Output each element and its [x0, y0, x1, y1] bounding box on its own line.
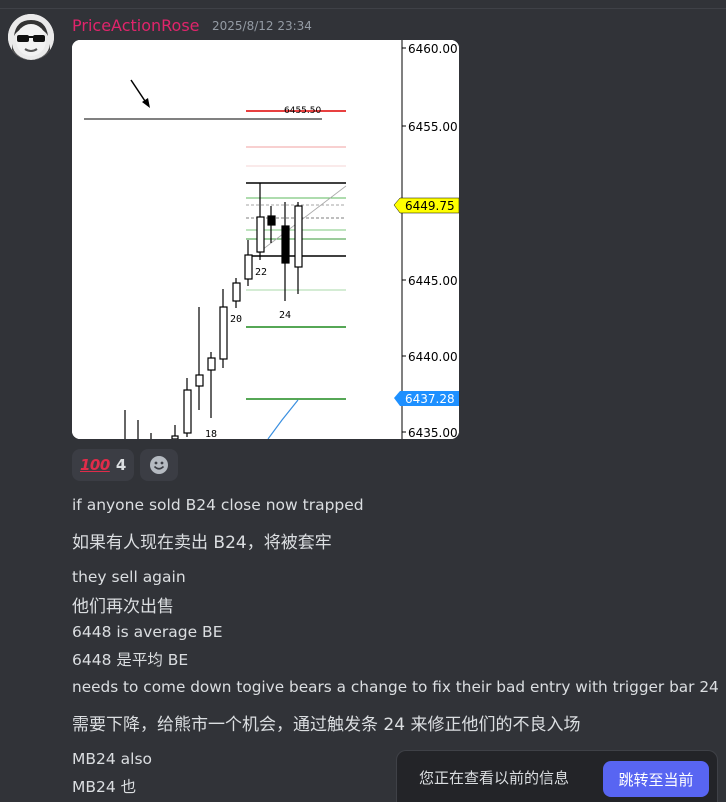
bar-label: 18	[205, 429, 217, 439]
message-text: 需要下降，给熊市一个机会，通过触发条 24 来修正他们的不良入场	[72, 715, 581, 735]
message-text: needs to come down togive bears a change…	[72, 678, 719, 696]
message-text: 6448 is average BE	[72, 623, 223, 641]
viewing-older-messages-text: 您正在查看以前的信息	[419, 769, 570, 787]
message-text: 如果有人现在卖出 B24，将被套牢	[72, 533, 332, 553]
reaction-count: 4	[115, 456, 127, 474]
price-tick: 6445.00	[408, 274, 458, 288]
price-tick: 6455.00	[408, 120, 458, 134]
level-label: 6455.50	[284, 106, 321, 116]
reactions-bar: 100 4	[72, 449, 179, 481]
price-tick: 6435.00	[408, 426, 458, 439]
smiley-icon	[150, 456, 169, 474]
bar-label: 22	[255, 267, 267, 278]
chart-image[interactable]: 6460.00 6455.00 6445.00 6440.00 6435.00 …	[72, 40, 459, 439]
message-text: they sell again	[72, 568, 186, 586]
price-tag-ma: 6437.28	[405, 392, 455, 406]
avatar[interactable]	[8, 14, 54, 60]
timestamp: 2025/8/12 23:34	[212, 19, 312, 33]
jump-to-present-button[interactable]: 跳转至当前	[603, 761, 709, 797]
add-reaction-button[interactable]	[140, 449, 179, 481]
top-divider	[0, 8, 726, 9]
username[interactable]: PriceActionRose	[72, 16, 200, 35]
message-text: 他们再次出售	[72, 597, 174, 617]
message-text: MB24 也	[72, 778, 137, 796]
bar-label: 20	[230, 314, 242, 325]
price-tag-current: 6449.75	[405, 199, 455, 213]
price-tick: 6460.00	[408, 42, 458, 56]
bar-label: 24	[279, 310, 291, 321]
message-text: MB24 also	[72, 750, 153, 768]
message-text: if anyone sold B24 close now trapped	[72, 496, 364, 514]
message-text: 6448 是平均 BE	[72, 651, 189, 669]
hundred-points-icon: 100	[80, 456, 110, 474]
price-tick: 6440.00	[408, 350, 458, 364]
jump-to-present-bar: 您正在查看以前的信息 跳转至当前	[396, 750, 718, 802]
reaction-hundred-points[interactable]: 100 4	[72, 449, 135, 481]
